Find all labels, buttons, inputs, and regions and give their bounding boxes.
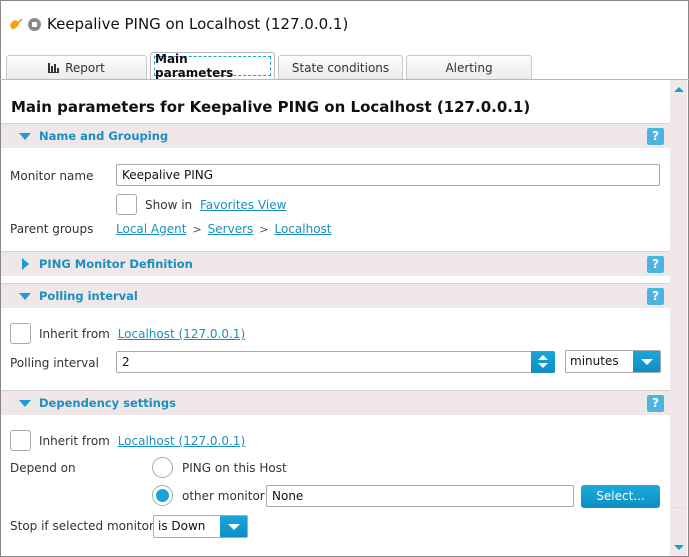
polling-inherit-checkbox[interactable] [10, 323, 31, 344]
inherit-from-text: Inherit from [39, 434, 110, 448]
radio-ping-on-host-label: PING on this Host [182, 461, 287, 475]
vertical-scrollbar[interactable] [670, 80, 687, 556]
plug-icon [8, 17, 22, 31]
tab-alerting[interactable]: Alerting [406, 55, 532, 79]
show-in-label: Show in Favorites View [145, 198, 286, 212]
parent-groups-label: Parent groups [10, 222, 94, 236]
select-monitor-button[interactable]: Select... [581, 485, 660, 508]
radio-ping-on-host[interactable] [152, 457, 173, 478]
breadcrumb-local-agent[interactable]: Local Agent [116, 222, 186, 236]
bar-chart-icon [48, 62, 60, 73]
monitor-name-label: Monitor name [10, 169, 94, 183]
scroll-thumb[interactable] [671, 99, 686, 508]
breadcrumb-separator: > [259, 223, 269, 236]
depend-on-label: Depend on [10, 461, 76, 475]
polling-interval-spinner[interactable] [531, 351, 555, 373]
expand-arrow-icon [19, 399, 31, 407]
stop-if-value: is Down [158, 519, 206, 533]
breadcrumb-separator: > [192, 223, 202, 236]
show-in-favorites-checkbox[interactable] [116, 194, 137, 215]
scroll-up-arrow-icon[interactable] [670, 80, 687, 97]
chevron-down-icon [220, 516, 247, 537]
polling-inherit-link[interactable]: Localhost (127.0.0.1) [118, 327, 245, 341]
expand-arrow-icon [19, 292, 31, 300]
help-button[interactable]: ? [647, 128, 664, 145]
tab-report-label: Report [65, 60, 105, 75]
stop-if-label: Stop if selected monitor [10, 519, 154, 533]
dependency-inherit-checkbox[interactable] [10, 430, 31, 451]
main-content: Main parameters for Keepalive PING on Lo… [1, 80, 670, 556]
section-polling-interval[interactable]: Polling interval ? [1, 283, 670, 308]
tab-main-parameters-label: Main parameters [155, 52, 234, 80]
breadcrumb-localhost[interactable]: Localhost [274, 222, 331, 236]
polling-unit-value: minutes [570, 354, 619, 368]
polling-inherit-label: Inherit from Localhost (127.0.0.1) [39, 327, 245, 341]
section-title: Name and Grouping [39, 129, 169, 143]
polling-unit-select[interactable]: minutes [565, 350, 661, 373]
dependency-inherit-link[interactable]: Localhost (127.0.0.1) [118, 434, 245, 448]
polling-interval-label: Polling interval [10, 356, 99, 370]
collapse-arrow-icon [22, 258, 29, 270]
page-heading: Main parameters for Keepalive PING on Lo… [11, 98, 531, 116]
help-button[interactable]: ? [647, 395, 664, 412]
tab-state-conditions[interactable]: State conditions [278, 55, 403, 79]
favorites-view-link[interactable]: Favorites View [200, 198, 287, 212]
window-titlebar: Keepalive PING on Localhost (127.0.0.1) [8, 12, 348, 36]
status-stopped-icon [28, 17, 41, 31]
tab-report[interactable]: Report [6, 55, 147, 79]
tab-bar: Report Main parameters State conditions … [6, 52, 535, 80]
section-dependency-settings[interactable]: Dependency settings ? [1, 390, 670, 415]
section-title: PING Monitor Definition [39, 257, 193, 271]
section-ping-definition[interactable]: PING Monitor Definition ? [1, 251, 670, 276]
inherit-from-text: Inherit from [39, 327, 110, 341]
show-in-text: Show in [145, 198, 193, 212]
radio-other-monitor-label: other monitor [182, 489, 265, 503]
tab-alerting-label: Alerting [445, 60, 493, 75]
stop-if-select[interactable]: is Down [153, 515, 248, 538]
help-button[interactable]: ? [647, 288, 664, 305]
chevron-down-icon [633, 351, 660, 372]
radio-other-monitor[interactable] [152, 485, 173, 506]
parent-groups-breadcrumb: Local Agent > Servers > Localhost [116, 222, 332, 236]
breadcrumb-servers[interactable]: Servers [208, 222, 254, 236]
dependency-inherit-label: Inherit from Localhost (127.0.0.1) [39, 434, 245, 448]
window-title: Keepalive PING on Localhost (127.0.0.1) [47, 15, 349, 33]
help-button[interactable]: ? [647, 256, 664, 273]
section-title: Polling interval [39, 289, 138, 303]
other-monitor-input[interactable]: None [266, 485, 574, 507]
expand-arrow-icon [19, 132, 31, 140]
monitor-name-input[interactable]: Keepalive PING [116, 164, 660, 186]
polling-interval-input[interactable]: 2 [116, 351, 532, 373]
section-name-grouping[interactable]: Name and Grouping ? [1, 123, 670, 148]
tab-main-parameters[interactable]: Main parameters [150, 52, 275, 80]
section-title: Dependency settings [39, 396, 176, 410]
tab-state-conditions-label: State conditions [291, 60, 390, 75]
scroll-down-arrow-icon[interactable] [670, 539, 687, 556]
